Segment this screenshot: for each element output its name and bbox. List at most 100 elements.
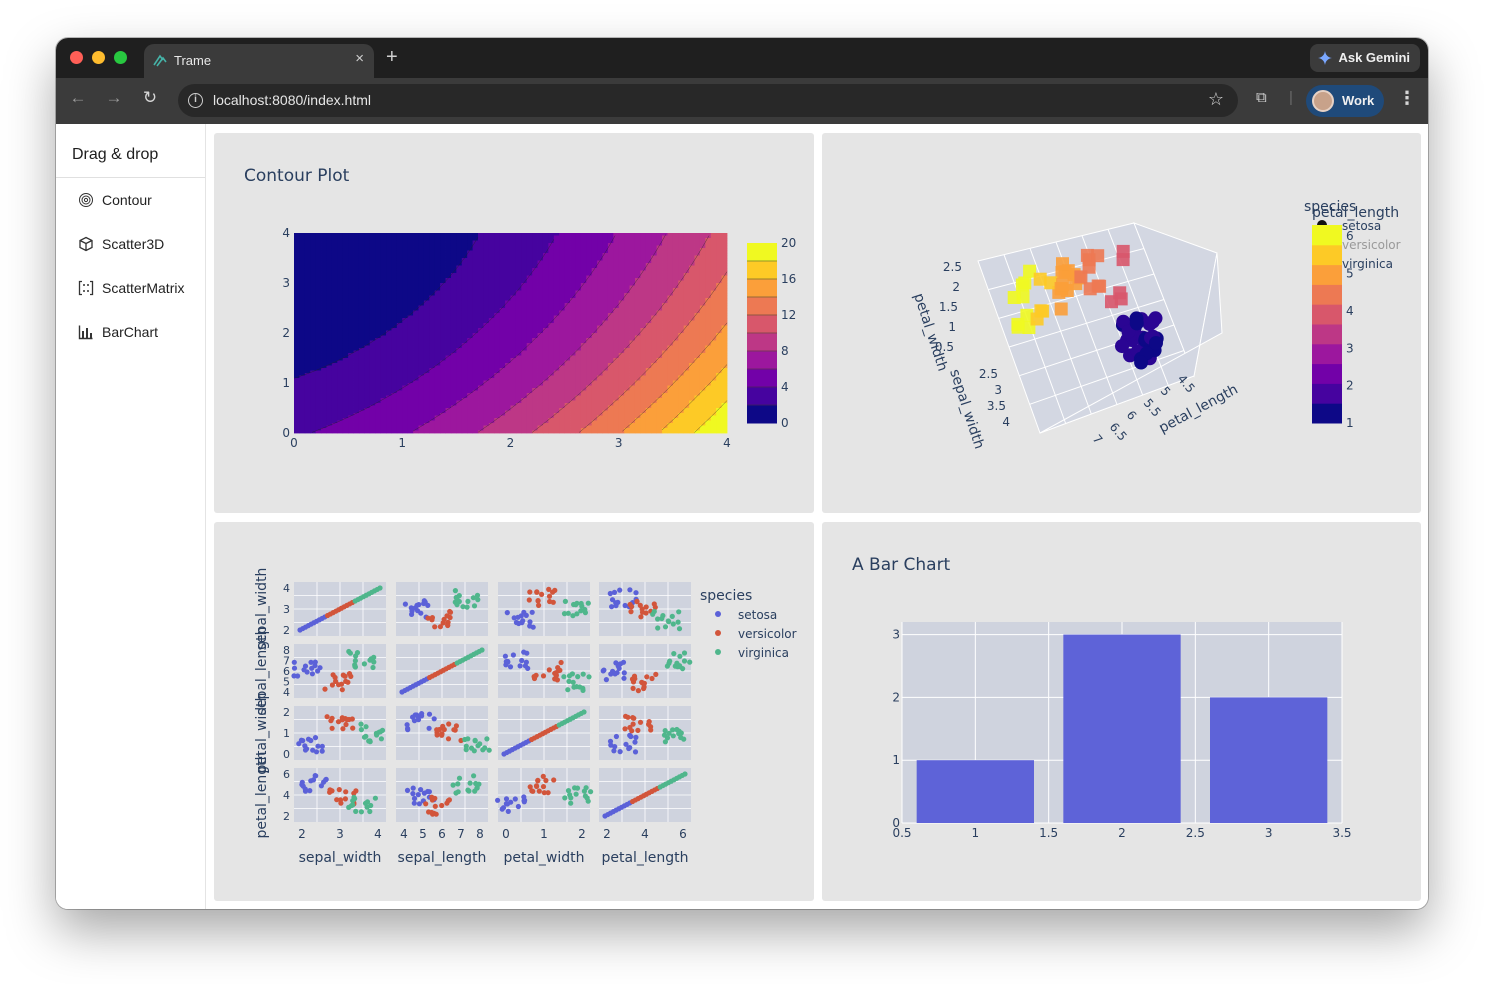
contour-cell <box>602 370 609 374</box>
contour-cell <box>564 235 571 239</box>
contour-cell <box>331 293 338 296</box>
contour-cell <box>521 278 528 281</box>
contour-cell <box>478 295 484 299</box>
contour-cell <box>505 423 511 426</box>
contour-cell <box>526 388 533 391</box>
contour-cell <box>559 268 566 271</box>
reload-icon[interactable]: ↻ <box>138 88 162 108</box>
contour-cell <box>375 308 381 311</box>
contour-cell <box>326 323 333 326</box>
contour-cell <box>358 418 365 421</box>
cast-search-icon[interactable]: ⧉ <box>1256 89 1267 106</box>
contour-cell <box>304 273 311 276</box>
contour-cell <box>564 390 571 394</box>
contour-cell <box>461 310 468 314</box>
contour-cell <box>294 425 300 429</box>
contour-cell <box>602 348 609 351</box>
contour-cell <box>375 288 381 291</box>
more-menu-icon[interactable]: ⋮ <box>1398 88 1416 109</box>
contour-cell <box>553 298 560 301</box>
contour-cell <box>304 338 311 341</box>
contour-cell <box>396 243 403 246</box>
contour-cell <box>353 238 360 241</box>
contour-cell <box>391 275 398 279</box>
contour-cell <box>364 325 371 329</box>
contour-cell <box>548 313 555 316</box>
contour-cell <box>505 293 511 296</box>
contour-cell <box>364 233 371 236</box>
contour-cell <box>515 368 522 371</box>
contour-cell <box>445 418 452 421</box>
sidebar-item-scattermatrix[interactable]: ScatterMatrix <box>56 268 205 308</box>
contour-cell <box>559 265 566 269</box>
contour-cell <box>369 278 376 281</box>
contour-cell <box>423 250 430 254</box>
contour-cell <box>597 300 603 304</box>
contour-cell <box>505 258 511 261</box>
contour-cell <box>564 233 571 236</box>
contour-cell <box>445 295 452 299</box>
contour-cell <box>597 235 603 239</box>
bookmark-star-icon[interactable]: ☆ <box>1208 89 1224 110</box>
contour-cell <box>380 295 387 299</box>
contour-cell <box>624 378 630 381</box>
contour-cell <box>472 360 479 364</box>
close-tab-icon[interactable]: × <box>355 50 364 67</box>
contour-cell <box>515 423 522 426</box>
contour-panel[interactable]: Contour Plot 0 1 2 3 4 0 1 2 3 4 0 4 8 12 16 20 <box>214 133 814 513</box>
contour-cell <box>521 408 528 411</box>
contour-cell <box>494 400 501 404</box>
contour-cell <box>331 315 338 319</box>
browser-tab[interactable]: Trame × <box>144 44 374 78</box>
contour-cell <box>440 245 446 249</box>
ask-gemini-button[interactable]: Ask Gemini <box>1310 44 1420 72</box>
forward-icon[interactable]: → <box>102 88 126 108</box>
contour-cell <box>510 420 517 424</box>
contour-cell <box>310 390 317 394</box>
contour-cell <box>321 408 327 411</box>
contour-chart[interactable]: 0 1 2 3 401234048121620 <box>214 133 814 513</box>
contour-cell <box>445 428 452 431</box>
contour-cell <box>472 368 479 371</box>
sidebar-item-contour[interactable]: Contour <box>56 180 205 220</box>
sidebar-item-scatter3d[interactable]: Scatter3D <box>56 224 205 264</box>
contour-cell <box>526 318 533 321</box>
contour-cell <box>348 413 354 416</box>
contour-cell <box>591 258 598 261</box>
contour-cell <box>515 293 522 296</box>
contour-cell <box>434 378 441 381</box>
contour-cell <box>358 420 365 424</box>
contour-cell <box>548 263 555 266</box>
contour-cell <box>429 303 436 306</box>
contour-cell <box>488 305 495 309</box>
new-tab-button[interactable]: + <box>386 46 398 69</box>
contour-cell <box>369 245 376 249</box>
contour-cell <box>597 275 603 279</box>
contour-cell <box>499 328 506 331</box>
maximize-window-button[interactable] <box>114 51 127 64</box>
address-bar[interactable]: i localhost:8080/index.html ☆ <box>178 84 1238 117</box>
close-window-button[interactable] <box>70 51 83 64</box>
contour-cell <box>618 423 625 426</box>
profile-button[interactable]: Work <box>1306 85 1384 117</box>
contour-cell <box>337 415 344 419</box>
contour-cell <box>494 420 501 424</box>
site-info-icon[interactable]: i <box>188 93 203 108</box>
contour-cell <box>380 318 387 321</box>
contour-cell <box>575 313 582 316</box>
contour-cell <box>294 428 300 431</box>
contour-cell <box>591 280 598 284</box>
contour-cell <box>407 320 414 324</box>
contour-cell <box>537 360 544 364</box>
contour-cell <box>440 393 446 396</box>
url-text[interactable]: localhost:8080/index.html <box>213 92 371 108</box>
back-icon[interactable]: ← <box>66 88 90 108</box>
contour-cell <box>461 290 468 294</box>
contour-cell <box>542 258 549 261</box>
contour-cell <box>542 240 549 244</box>
contour-cell <box>575 398 582 401</box>
contour-cell <box>461 390 468 394</box>
sidebar-item-barchart[interactable]: BarChart <box>56 312 205 352</box>
minimize-window-button[interactable] <box>92 51 105 64</box>
contour-cell <box>542 270 549 274</box>
